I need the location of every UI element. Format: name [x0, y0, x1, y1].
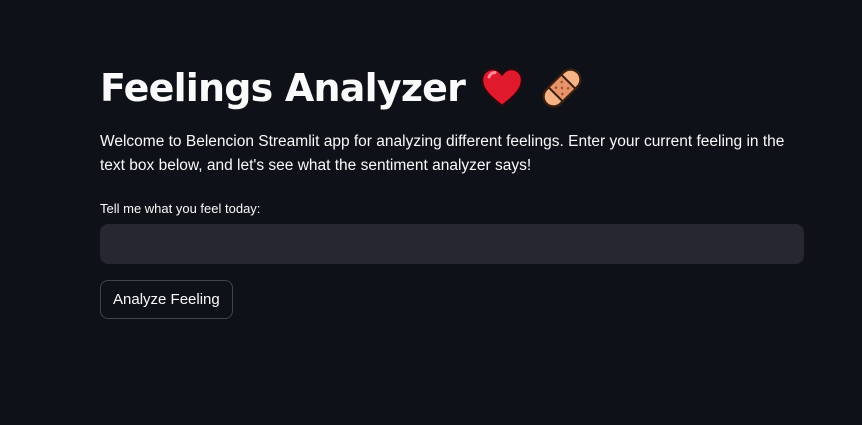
feeling-input[interactable] — [100, 224, 804, 264]
title-row: Feelings Analyzer — [100, 60, 585, 116]
page-title: Feelings Analyzer — [100, 66, 466, 110]
feeling-input-label: Tell me what you feel today: — [100, 201, 261, 216]
bandage-icon — [539, 65, 585, 111]
intro-text: Welcome to Belencion Streamlit app for a… — [100, 133, 785, 174]
heart-icon — [479, 65, 525, 111]
analyze-feeling-button[interactable]: Analyze Feeling — [100, 280, 233, 319]
